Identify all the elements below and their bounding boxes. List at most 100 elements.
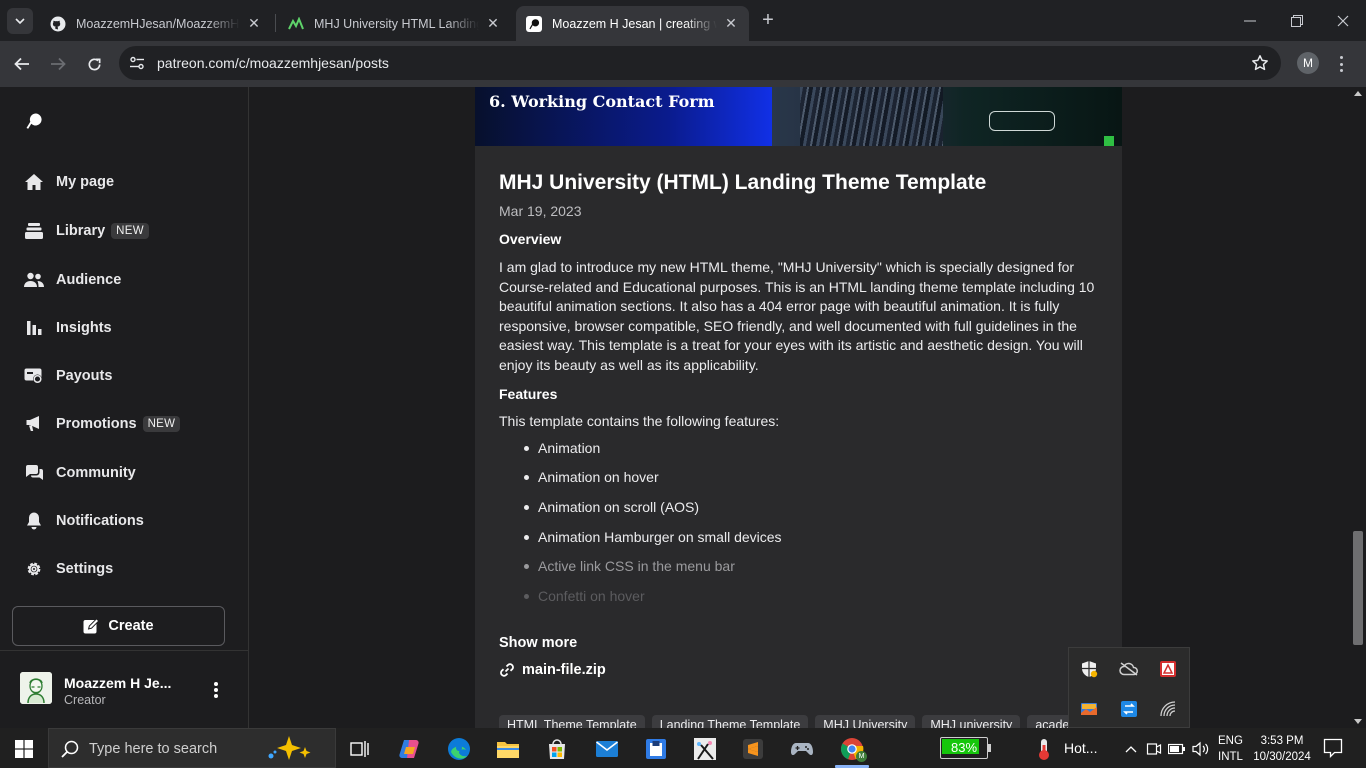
copilot-icon[interactable] — [397, 736, 423, 762]
url-text: patreon.com/c/moazzemhjesan/posts — [157, 55, 389, 71]
browser-menu-button[interactable] — [1332, 53, 1350, 75]
sidebar-item-label: Insights — [56, 320, 112, 336]
tab-title: MHJ University HTML Landing Page — [314, 16, 479, 31]
close-tab-icon[interactable]: ✕ — [246, 15, 262, 32]
tab-github[interactable]: MoazzemHJesan/MoazzemHJesan ✕ — [40, 6, 272, 41]
close-icon — [1337, 15, 1349, 27]
language-indicator[interactable]: ENG INTL — [1218, 733, 1243, 765]
sidebar-item-my-page[interactable]: My page — [23, 167, 114, 197]
microsoft-store-icon[interactable] — [544, 736, 570, 762]
attachment-name: main-file.zip — [522, 662, 606, 678]
security-shield-icon[interactable] — [1079, 659, 1099, 679]
sidebar-item-label: My page — [56, 174, 115, 190]
pdf-app-icon[interactable] — [1158, 659, 1178, 679]
post-date[interactable]: Mar 19, 2023 — [499, 203, 1099, 219]
sidebar-item-community[interactable]: Community — [23, 458, 136, 488]
tag-chip[interactable]: MHJ University — [815, 715, 916, 728]
sidebar-item-label: Community — [56, 465, 136, 481]
list-item: Animation on hover — [524, 468, 1099, 498]
community-icon — [23, 462, 45, 484]
patreon-icon — [526, 15, 542, 32]
browser-tab-bar: MoazzemHJesan/MoazzemHJesan ✕ MHJ Univer… — [0, 0, 1366, 41]
close-tab-icon[interactable]: ✕ — [723, 15, 739, 32]
sidebar-item-settings[interactable]: Settings — [23, 554, 113, 584]
system-clock[interactable]: 3:53 PM 10/30/2024 — [1252, 733, 1312, 765]
profile-avatar[interactable]: M — [1297, 52, 1319, 74]
thermometer-icon[interactable] — [1031, 736, 1057, 762]
chrome-icon[interactable]: M — [839, 736, 867, 762]
edge-browser-icon[interactable] — [446, 736, 472, 762]
app-window-icon[interactable] — [643, 736, 669, 762]
search-icon — [61, 740, 79, 758]
profile-badge-icon: M — [856, 751, 867, 762]
sidebar-item-payouts[interactable]: Payouts — [23, 361, 112, 391]
scroll-down-arrow-icon[interactable] — [1354, 719, 1362, 724]
sidebar-item-promotions[interactable]: Promotions NEW — [23, 409, 181, 439]
snipping-tool-icon[interactable] — [692, 736, 718, 762]
wifi-signal-icon[interactable] — [1158, 699, 1178, 719]
photos-app-icon[interactable] — [1079, 699, 1099, 719]
post-card: 6. Working Contact Form MHJ University (… — [475, 87, 1122, 728]
transfer-app-icon[interactable] — [1119, 699, 1139, 719]
list-item: Confetti on hover — [524, 587, 1099, 617]
attachment-link[interactable]: main-file.zip — [499, 662, 606, 678]
address-bar[interactable]: patreon.com/c/moazzemhjesan/posts — [119, 46, 1281, 80]
show-more-link[interactable]: Show more — [499, 635, 577, 651]
site-info-icon[interactable] — [129, 55, 145, 71]
battery-indicator[interactable]: 83% — [940, 737, 992, 759]
sidebar-item-notifications[interactable]: Notifications — [23, 506, 144, 536]
tab-divider — [275, 14, 276, 32]
bookmark-star-icon[interactable] — [1251, 54, 1269, 72]
patreon-logo-icon[interactable] — [25, 112, 43, 135]
task-view-icon[interactable] — [347, 736, 373, 762]
scroll-up-arrow-icon[interactable] — [1354, 91, 1362, 96]
mail-icon[interactable] — [594, 736, 620, 762]
file-explorer-icon[interactable] — [495, 736, 521, 762]
list-item: Active link CSS in the menu bar — [524, 557, 1099, 587]
banner-green-marker — [1104, 136, 1114, 146]
tab-mhj-university[interactable]: MHJ University HTML Landing Page ✕ — [278, 6, 511, 41]
post-banner-image[interactable]: 6. Working Contact Form — [475, 87, 1122, 146]
cloud-off-icon[interactable] — [1119, 659, 1139, 679]
close-window-button[interactable] — [1331, 9, 1355, 33]
restore-button[interactable] — [1285, 9, 1309, 33]
new-tab-button[interactable]: + — [757, 9, 779, 31]
restore-icon — [1291, 15, 1303, 27]
create-label: Create — [108, 618, 154, 634]
sidebar-item-insights[interactable]: Insights — [23, 313, 112, 343]
battery-status-icon[interactable] — [1164, 736, 1190, 762]
close-tab-icon[interactable]: ✕ — [485, 15, 501, 32]
page-scrollbar[interactable] — [1350, 87, 1366, 728]
sidebar-item-label: Notifications — [56, 513, 144, 529]
tag-chip[interactable]: HTML Theme Template — [499, 715, 645, 728]
sidebar-divider — [0, 650, 248, 651]
battery-nub — [988, 744, 991, 752]
forward-button[interactable] — [45, 51, 71, 77]
minimize-button[interactable] — [1238, 9, 1262, 33]
tag-chip[interactable]: MHJ university — [922, 715, 1021, 728]
create-button[interactable]: Create — [12, 606, 225, 646]
game-controller-icon[interactable] — [789, 736, 815, 762]
notification-center-icon[interactable] — [1323, 738, 1343, 763]
reload-button[interactable] — [81, 51, 107, 77]
sidebar-item-library[interactable]: Library NEW — [23, 216, 149, 246]
link-icon — [499, 662, 515, 678]
post-body: MHJ University (HTML) Landing Theme Temp… — [499, 170, 1099, 617]
scrollbar-thumb[interactable] — [1353, 531, 1363, 645]
sidebar-item-label: Payouts — [56, 368, 113, 384]
tab-search-button[interactable] — [7, 8, 33, 34]
post-title[interactable]: MHJ University (HTML) Landing Theme Temp… — [499, 170, 1099, 196]
tag-chip[interactable]: Landing Theme Template — [651, 715, 809, 728]
sidebar-item-audience[interactable]: Audience — [23, 265, 121, 295]
banner-right-panel — [772, 87, 1122, 146]
back-button[interactable] — [9, 51, 35, 77]
weather-text[interactable]: Hot... — [1064, 740, 1097, 756]
taskbar-search-box[interactable]: Type here to search — [48, 728, 336, 768]
tab-patreon[interactable]: Moazzem H Jesan | creating web ✕ — [516, 6, 749, 41]
more-options-button[interactable] — [213, 682, 219, 698]
minimize-icon — [1244, 20, 1256, 22]
volume-icon[interactable] — [1188, 736, 1214, 762]
sublime-text-icon[interactable] — [740, 736, 766, 762]
sidebar-item-label: Promotions — [56, 416, 137, 432]
windows-start-icon[interactable] — [11, 736, 37, 762]
